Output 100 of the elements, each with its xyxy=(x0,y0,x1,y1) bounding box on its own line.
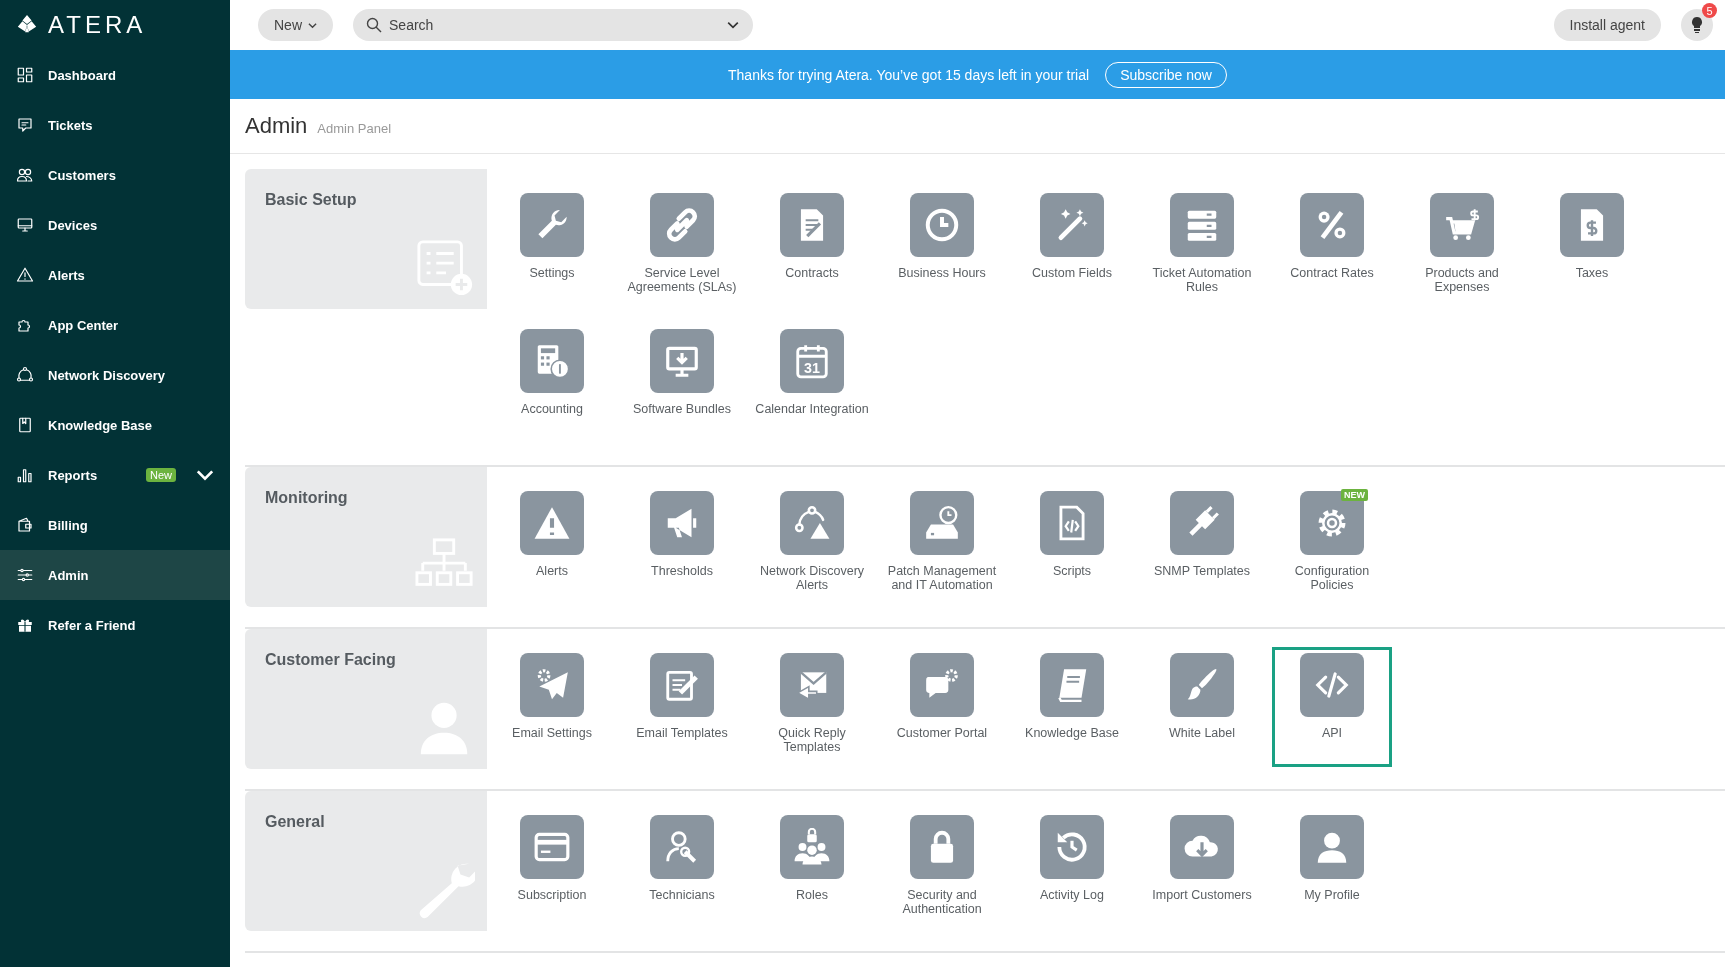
tile-label: Subscription xyxy=(516,888,588,902)
admin-tile[interactable]: Products and Expenses xyxy=(1402,187,1522,307)
admin-tile[interactable]: Technicians xyxy=(622,809,742,929)
admin-tile[interactable]: Patch Management and IT Automation xyxy=(882,485,1002,605)
tile-label: Customer Portal xyxy=(895,726,989,740)
tile-label: Ticket Automation Rules xyxy=(1151,266,1253,294)
admin-tile[interactable]: Customer Portal xyxy=(882,647,1002,767)
admin-tile[interactable]: Scripts xyxy=(1012,485,1132,605)
monitor-icon xyxy=(16,216,34,234)
admin-tile[interactable]: API xyxy=(1272,647,1392,767)
admin-tile[interactable]: Email Settings xyxy=(492,647,612,767)
clock-icon xyxy=(923,206,961,244)
admin-tile[interactable]: NEW Configuration Policies xyxy=(1272,485,1392,605)
people-lock-icon xyxy=(793,828,831,866)
admin-tile[interactable]: Security and Authentication xyxy=(882,809,1002,929)
tile-label: Products and Expenses xyxy=(1424,266,1500,294)
tile-label: Network Discovery Alerts xyxy=(758,564,866,592)
sidebar-item[interactable]: Refer a Friend xyxy=(0,600,230,650)
tile-label: Business Hours xyxy=(897,266,987,280)
admin-tile[interactable]: Roles xyxy=(752,809,872,929)
tile-label: Import Customers xyxy=(1151,888,1253,902)
tile-label: Scripts xyxy=(1051,564,1093,578)
new-button[interactable]: New xyxy=(258,9,333,41)
notification-count: 5 xyxy=(1702,3,1717,18)
tile-label: My Profile xyxy=(1303,888,1361,902)
admin-tile[interactable]: Custom Fields xyxy=(1012,187,1132,307)
tile-label: Thresholds xyxy=(650,564,714,578)
tile-label: Configuration Policies xyxy=(1293,564,1371,592)
admin-tile[interactable]: 31 Calendar Integration xyxy=(752,323,872,443)
admin-tile[interactable]: SNMP Templates xyxy=(1142,485,1262,605)
banner-message: Thanks for trying Atera. You’ve got 15 days left in your trial xyxy=(728,66,1090,83)
tile-label: White Label xyxy=(1168,726,1236,740)
page-subtitle: Admin Panel xyxy=(317,121,392,136)
warning-icon xyxy=(16,266,34,284)
tile-label: Settings xyxy=(528,266,576,280)
tile-label: Contracts xyxy=(784,266,840,280)
notifications-button[interactable] xyxy=(1681,9,1713,41)
admin-tile[interactable]: Email Templates xyxy=(622,647,742,767)
sidebar-item[interactable]: Network Discovery xyxy=(0,350,230,400)
sidebar-item[interactable]: Billing xyxy=(0,500,230,550)
logo-text: ATERA xyxy=(48,11,147,39)
tile-label: Calendar Integration xyxy=(755,402,869,416)
tile-label: Taxes xyxy=(1574,266,1610,280)
admin-tile[interactable]: Knowledge Base xyxy=(1012,647,1132,767)
calendar-date: 31 xyxy=(804,359,820,376)
admin-tile[interactable]: Thresholds xyxy=(622,485,742,605)
tile-label: Knowledge Base xyxy=(1024,726,1120,740)
lightbulb-icon xyxy=(1690,17,1704,33)
admin-tile[interactable]: Alerts xyxy=(492,485,612,605)
admin-tile[interactable]: Business Hours xyxy=(882,187,1002,307)
sidebar-item[interactable]: Tickets xyxy=(0,100,230,150)
admin-tile[interactable]: Contracts xyxy=(752,187,872,307)
drive-clock-icon xyxy=(923,504,961,542)
admin-tile[interactable]: Settings xyxy=(492,187,612,307)
section-title: Basic Setup xyxy=(265,191,358,209)
sidebar-item[interactable]: App Center xyxy=(0,300,230,350)
tile-label: Service Level Agreements (SLAs) xyxy=(626,266,738,294)
people-icon xyxy=(16,166,34,184)
tile-label: Custom Fields xyxy=(1031,266,1113,280)
sidebar-item[interactable]: Customers xyxy=(0,150,230,200)
tile-label: Patch Management and IT Automation xyxy=(886,564,998,592)
network-warning-icon xyxy=(793,504,831,542)
admin-tile[interactable]: Ticket Automation Rules xyxy=(1142,187,1262,307)
sidebar-item[interactable]: Alerts xyxy=(0,250,230,300)
sidebar-item[interactable]: Reports New xyxy=(0,450,230,500)
sidebar-item[interactable]: Knowledge Base xyxy=(0,400,230,450)
admin-tile[interactable]: Import Customers xyxy=(1142,809,1262,929)
admin-tile[interactable]: Accounting xyxy=(492,323,612,443)
search-field[interactable]: Search xyxy=(353,9,753,41)
sidebar-item[interactable]: Dashboard xyxy=(0,50,230,100)
admin-tile[interactable]: Contract Rates xyxy=(1272,187,1392,307)
wallet-icon xyxy=(16,516,34,534)
chat-bubble-icon xyxy=(16,116,34,134)
admin-tile[interactable]: White Label xyxy=(1142,647,1262,767)
tile-label: Quick Reply Templates xyxy=(777,726,847,754)
admin-tile[interactable]: Service Level Agreements (SLAs) xyxy=(622,187,742,307)
sidebar-item[interactable]: Devices xyxy=(0,200,230,250)
bar-chart-icon xyxy=(16,466,34,484)
new-badge: New xyxy=(146,468,176,482)
sidebar-item[interactable]: Admin xyxy=(0,550,230,600)
admin-tile[interactable]: Taxes xyxy=(1532,187,1652,307)
tile-label: API xyxy=(1320,726,1344,740)
admin-tile[interactable]: Network Discovery Alerts xyxy=(752,485,872,605)
tile-label: Technicians xyxy=(648,888,716,902)
admin-tile[interactable]: Software Bundles xyxy=(622,323,742,443)
network-icon xyxy=(16,366,34,384)
admin-tile[interactable]: Quick Reply Templates xyxy=(752,647,872,767)
tile-label: Security and Authentication xyxy=(901,888,983,916)
tile-label: Software Bundles xyxy=(632,402,732,416)
tile-label: Activity Log xyxy=(1039,888,1105,902)
dashboard-icon xyxy=(16,66,34,84)
install-agent-button[interactable]: Install agent xyxy=(1553,9,1661,41)
section-title: Customer Facing xyxy=(265,651,397,669)
tile-label: Alerts xyxy=(535,564,569,578)
admin-tile[interactable]: Subscription xyxy=(492,809,612,929)
section-title: General xyxy=(265,813,326,831)
admin-tile[interactable]: My Profile xyxy=(1272,809,1392,929)
book-icon xyxy=(16,416,34,434)
admin-tile[interactable]: Activity Log xyxy=(1012,809,1132,929)
tile-label: Accounting xyxy=(520,402,584,416)
